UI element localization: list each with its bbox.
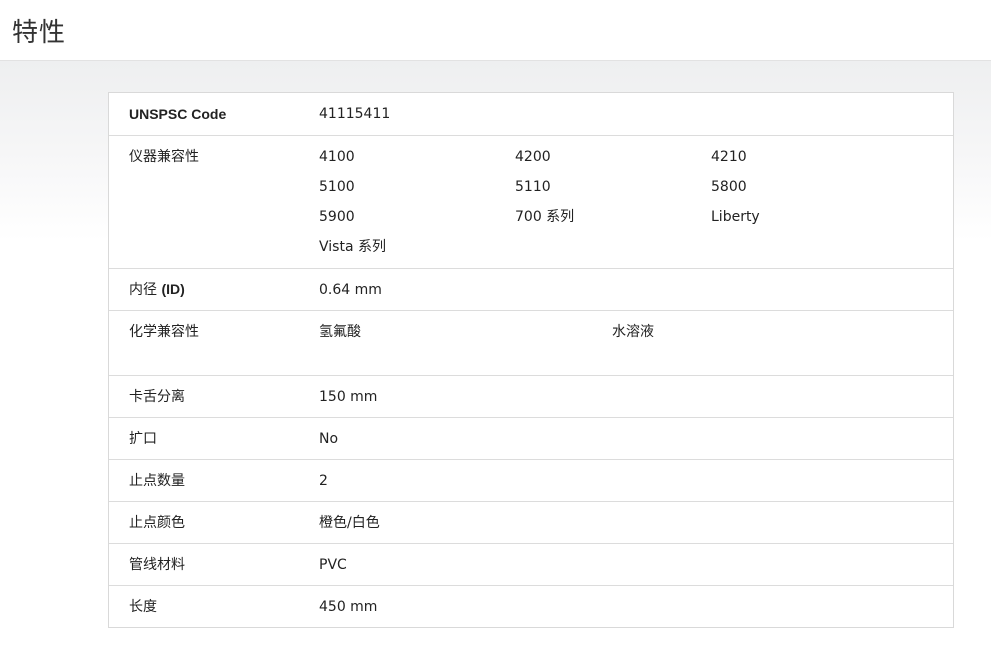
spec-row-tongue-separation: 卡舌分离 150 mm [109,375,953,417]
spec-row-flared: 扩口 No [109,417,953,459]
main-content: UNSPSC Code 41115411 仪器兼容性 4100 4200 421… [0,61,991,646]
spec-value: 2 [319,472,328,489]
chemical-list: 氢氟酸 水溶液 [319,322,953,342]
spec-row-stop-count: 止点数量 2 [109,459,953,501]
instrument-item: 5100 [319,179,355,195]
spec-label: 长度 [129,598,157,615]
spec-row-instrument-compatibility: 仪器兼容性 4100 4200 4210 5100 5110 5800 5900… [109,135,953,268]
instrument-item: Liberty [711,209,760,225]
spec-label: 管线材料 [129,556,185,573]
spec-label: 止点数量 [129,472,185,489]
spec-value: 橙色/白色 [319,514,380,531]
spec-row-unspsc: UNSPSC Code 41115411 [109,93,953,135]
spec-row-inner-diameter: 内径 (ID) 0.64 mm [109,268,953,310]
instrument-item: 4200 [515,149,551,165]
spec-label: 内径 (ID) [109,268,319,311]
spec-label: 卡舌分离 [129,388,185,405]
chemical-item: 氢氟酸 [319,324,361,340]
spec-label: 止点颜色 [129,514,185,531]
spec-label: 扩口 [129,430,157,447]
spec-label: 仪器兼容性 [129,149,199,165]
instrument-item: 4100 [319,149,355,165]
page-header: 特性 [0,0,991,61]
instrument-item: 700 系列 [515,209,575,225]
specifications-table: UNSPSC Code 41115411 仪器兼容性 4100 4200 421… [108,92,954,628]
spec-value: No [319,430,339,447]
instrument-item: 4210 [711,149,747,165]
spec-value: 41115411 [319,106,391,122]
instrument-list: 4100 4200 4210 5100 5110 5800 5900 700 系… [319,147,953,257]
instrument-item: 5800 [711,179,747,195]
instrument-item: 5110 [515,179,551,195]
instrument-item: Vista 系列 [319,239,386,255]
spec-value: 0.64 mm [319,281,382,298]
chemical-item: 水溶液 [612,324,654,340]
instrument-item: 5900 [319,209,355,225]
spec-value: 150 mm [319,388,378,405]
spec-row-chemical-compatibility: 化学兼容性 氢氟酸 水溶液 [109,310,953,375]
spec-value: PVC [319,556,347,573]
spec-value: 450 mm [319,598,378,615]
page-title: 特性 [12,18,67,48]
spec-label: 化学兼容性 [129,324,199,340]
spec-label: UNSPSC Code [129,106,227,122]
spec-label-prefix: 内径 [129,282,162,298]
spec-row-stop-color: 止点颜色 橙色/白色 [109,501,953,543]
spec-row-tube-material: 管线材料 PVC [109,543,953,585]
spec-row-length: 长度 450 mm [109,585,953,627]
spec-label-abbrev: (ID) [161,281,185,297]
